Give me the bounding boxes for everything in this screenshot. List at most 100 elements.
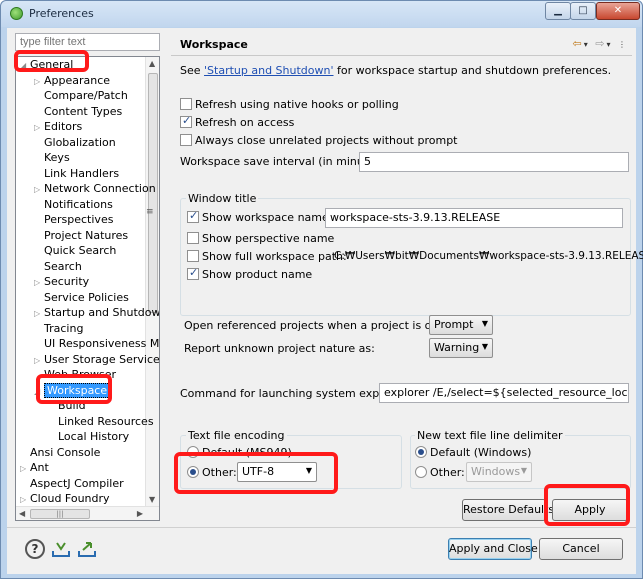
expand-arrow-icon[interactable]: ▷ <box>34 306 44 321</box>
expand-arrow-icon[interactable]: ▷ <box>34 275 44 290</box>
expand-arrow-icon[interactable]: ▷ <box>20 492 30 507</box>
tree-item[interactable]: ◢ Workspace <box>34 382 111 399</box>
tree-item[interactable]: Linked Resources <box>48 414 154 429</box>
apply-and-close-button[interactable]: Apply and Close <box>448 538 538 560</box>
tree-item[interactable]: ▷ Editors <box>34 119 82 134</box>
encoding-select[interactable]: UTF-8 ▼ <box>237 462 317 482</box>
export-icon[interactable] <box>77 539 97 559</box>
tree-item[interactable]: Link Handlers <box>34 166 119 181</box>
tree-item[interactable]: Ansi Console <box>20 445 100 460</box>
tree-item[interactable]: Keys <box>34 150 70 165</box>
encoding-other-radio[interactable]: Other: <box>187 466 237 479</box>
scroll-down-arrow-icon[interactable]: ▼ <box>149 495 155 504</box>
restore-defaults-button[interactable]: Restore Defaults <box>462 499 554 521</box>
apply-button[interactable]: Apply <box>552 499 628 521</box>
import-icon[interactable] <box>51 539 71 559</box>
expand-arrow-icon[interactable]: ▷ <box>34 353 44 368</box>
tree-item[interactable]: ▷ Startup and Shutdow <box>34 305 159 321</box>
tree-item-label: Tracing <box>44 321 84 335</box>
radio-circle[interactable] <box>187 446 199 458</box>
checkbox-box[interactable] <box>180 98 192 110</box>
scroll-right-arrow-icon[interactable]: ▶ <box>137 509 143 518</box>
tree-item-label: UI Responsiveness M <box>44 337 160 350</box>
refresh-native-hooks-checkbox[interactable]: Refresh using native hooks or polling <box>180 98 399 111</box>
cancel-button[interactable]: Cancel <box>539 538 623 560</box>
maximize-button[interactable]: □ <box>570 2 596 20</box>
view-menu-icon[interactable]: ⋮ <box>618 40 628 49</box>
page-nav: ⇦▾ ⇨▾ ⋮ <box>573 37 628 50</box>
expand-arrow-icon[interactable]: ◢ <box>34 384 44 399</box>
save-interval-field[interactable]: 5 <box>359 152 629 172</box>
startup-shutdown-link[interactable]: 'Startup and Shutdown' <box>204 64 333 77</box>
tree-item[interactable]: Quick Search <box>34 243 116 258</box>
expand-arrow-icon[interactable]: ▷ <box>34 120 44 135</box>
tree-item[interactable]: Content Types <box>34 104 122 119</box>
scroll-left-arrow-icon[interactable]: ◀ <box>19 509 25 518</box>
forward-arrow-icon[interactable]: ⇨ <box>595 37 606 50</box>
checkbox-box[interactable] <box>180 134 192 146</box>
tree-item[interactable]: UI Responsiveness M <box>34 336 159 351</box>
radio-circle[interactable] <box>415 446 427 458</box>
tree-item[interactable]: Service Policies <box>34 290 129 305</box>
show-full-path-checkbox[interactable]: Show full workspace path: <box>187 250 347 263</box>
encoding-default-label: Default (MS949) <box>202 446 292 459</box>
show-perspective-name-checkbox[interactable]: Show perspective name <box>187 232 334 245</box>
filter-input[interactable] <box>15 33 160 51</box>
delimiter-default-radio[interactable]: Default (Windows) <box>415 446 531 459</box>
tree-item-label: Content Types <box>44 104 123 118</box>
close-unrelated-label: Always close unrelated projects without … <box>195 134 458 147</box>
tree-item[interactable]: Search <box>34 259 82 274</box>
tree-item[interactable]: ▷ Ant <box>20 460 49 475</box>
close-unrelated-checkbox[interactable]: Always close unrelated projects without … <box>180 134 458 147</box>
help-icon[interactable]: ? <box>25 539 45 559</box>
tree-item[interactable]: Notifications <box>34 197 113 212</box>
tree-item[interactable]: Compare/Patch <box>34 88 128 103</box>
checkbox-box[interactable] <box>187 266 199 280</box>
tree-item[interactable]: ▷ Appearance <box>34 73 110 88</box>
checkbox-box[interactable] <box>187 232 199 244</box>
radio-circle[interactable] <box>415 466 427 478</box>
checkbox-box[interactable] <box>187 209 199 223</box>
minimize-button[interactable]: ▁ <box>545 2 571 20</box>
tree-item[interactable]: Project Natures <box>34 228 128 243</box>
tree-item[interactable]: ▷ User Storage Service <box>34 352 159 368</box>
tree-item-label: Notifications <box>44 197 113 211</box>
tree-item[interactable]: Web Browser <box>34 367 116 382</box>
expand-arrow-icon[interactable]: ◢ <box>20 58 30 73</box>
tree-horizontal-scrollbar[interactable]: ◀ ||| ▶ <box>16 506 159 520</box>
tree-item[interactable]: Tracing <box>34 321 83 336</box>
checkbox-box[interactable] <box>187 250 199 262</box>
encoding-default-radio[interactable]: Default (MS949) <box>187 446 292 459</box>
close-window-button[interactable]: ✕ <box>596 2 640 20</box>
delimiter-select[interactable]: Windows ▼ <box>466 462 532 482</box>
back-dropdown-icon[interactable]: ▾ <box>584 40 590 49</box>
tree-item[interactable]: Build <box>48 398 86 413</box>
refresh-on-access-checkbox[interactable]: Refresh on access <box>180 114 294 129</box>
hscroll-thumb[interactable]: ||| <box>30 509 90 519</box>
radio-circle[interactable] <box>187 466 199 478</box>
report-unknown-select[interactable]: Warning ▼ <box>429 338 493 358</box>
tree-item[interactable]: ◢ General <box>20 57 73 72</box>
tree-item[interactable]: Local History <box>48 429 129 444</box>
checkbox-box[interactable] <box>180 114 192 128</box>
tree-item[interactable]: ▷ Security <box>34 274 89 289</box>
tree-item[interactable]: Globalization <box>34 135 116 150</box>
tree-vertical-scrollbar[interactable]: ▲ ▼ <box>145 57 159 506</box>
title-bar[interactable]: Preferences ▁ □ ✕ <box>1 1 642 27</box>
show-product-name-checkbox[interactable]: Show product name <box>187 266 312 281</box>
forward-dropdown-icon[interactable]: ▾ <box>606 40 612 49</box>
tree-item[interactable]: Perspectives <box>34 212 113 227</box>
explorer-command-field[interactable]: explorer /E,/select=${selected_resource_… <box>379 383 629 403</box>
scroll-up-arrow-icon[interactable]: ▲ <box>149 59 155 68</box>
delimiter-other-radio[interactable]: Other: <box>415 466 465 479</box>
back-arrow-icon[interactable]: ⇦ <box>573 37 584 50</box>
tree-item[interactable]: ▷ Cloud Foundry <box>20 491 110 506</box>
expand-arrow-icon[interactable]: ▷ <box>34 182 44 197</box>
tree-item[interactable]: AspectJ Compiler <box>20 476 124 491</box>
open-referenced-select[interactable]: Prompt ▼ <box>429 315 493 335</box>
expand-arrow-icon[interactable]: ▷ <box>20 461 30 476</box>
tree-item[interactable]: ▷ Network Connection <box>34 181 156 196</box>
show-workspace-name-checkbox[interactable]: Show workspace name: <box>187 209 332 224</box>
workspace-name-field[interactable]: workspace-sts-3.9.13.RELEASE <box>325 208 623 228</box>
expand-arrow-icon[interactable]: ▷ <box>34 74 44 89</box>
